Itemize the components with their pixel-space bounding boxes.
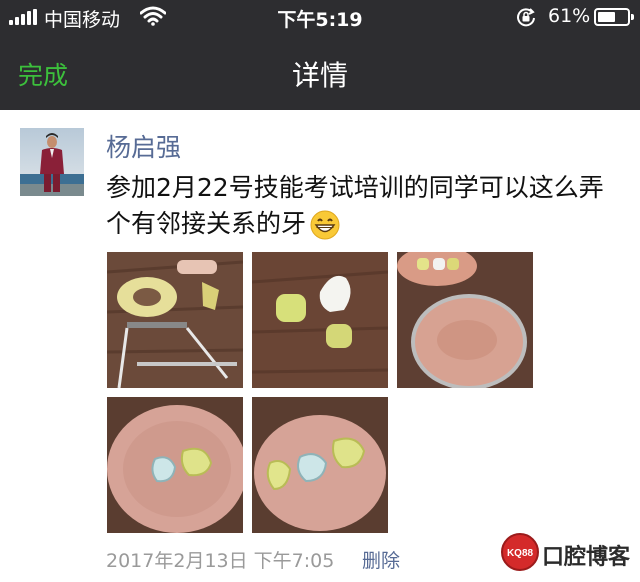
watermark-logo: KQ88 口腔博客: [500, 530, 630, 576]
avatar[interactable]: [20, 128, 84, 196]
top-bar: 中国移动 下午5:19 61% 完成 详情: [0, 0, 640, 110]
post-photo-3[interactable]: [397, 252, 533, 388]
post-photo-1[interactable]: [107, 252, 243, 388]
battery-icon: [594, 8, 634, 26]
post-text-content: 参加2月22号技能考试培训的同学可以这么弄个有邻接关系的牙: [106, 173, 604, 238]
author-name[interactable]: 杨启强: [106, 128, 181, 164]
page-title: 详情: [291, 59, 348, 92]
kq88-badge-text: KQ88: [507, 548, 534, 559]
post-text: 参加2月22号技能考试培训的同学可以这么弄个有邻接关系的牙: [106, 170, 626, 242]
post-photo-4[interactable]: [107, 397, 243, 533]
post-photo-5[interactable]: [252, 397, 388, 533]
post-photo-2[interactable]: [252, 252, 388, 388]
rotation-lock-icon: [517, 8, 535, 27]
nav-bar: 完成 详情: [0, 34, 640, 110]
status-time: 下午5:19: [277, 9, 363, 31]
post-timestamp: 2017年2月13日 下午7:05: [106, 550, 335, 572]
grinning-face-icon: [310, 210, 340, 240]
delete-button[interactable]: 删除: [362, 546, 400, 573]
battery-percent: 61%: [548, 5, 591, 27]
status-bar: 中国移动 下午5:19 61%: [0, 0, 640, 34]
kq88-logo-icon: KQ88: [501, 533, 539, 571]
watermark-text: 口腔博客: [542, 545, 631, 570]
